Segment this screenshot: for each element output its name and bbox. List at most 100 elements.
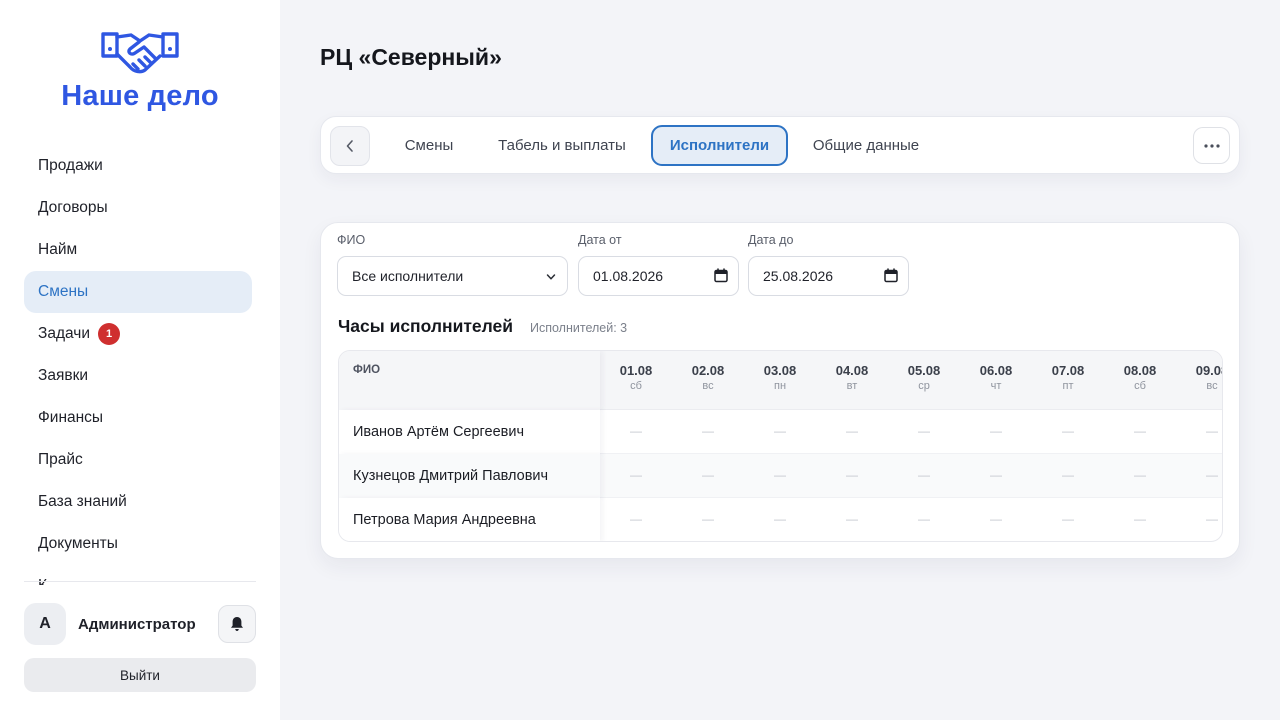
date-from-input[interactable]: 01.08.2026 <box>578 256 739 296</box>
sidebar-item-label: База знаний <box>38 493 127 510</box>
hours-cell: — <box>774 424 786 438</box>
column-date: 04.08 <box>835 363 869 378</box>
calendar-icon <box>714 268 728 283</box>
calendar-icon <box>884 268 898 283</box>
sidebar-item-requests[interactable]: Заявки <box>24 355 252 397</box>
brand-logo[interactable]: Наше дело <box>0 26 280 113</box>
hours-cell: — <box>1134 424 1146 438</box>
tasks-count-badge: 1 <box>98 323 121 345</box>
column-date: 01.08 <box>619 363 653 378</box>
avatar[interactable]: А <box>24 603 66 645</box>
sidebar-nav: Продажи Договоры Найм Смены Задачи 1 Заяв… <box>24 145 252 585</box>
brand-name: Наше дело <box>61 80 219 112</box>
column-weekday: пт <box>1062 380 1074 392</box>
hours-cell: — <box>1062 468 1074 482</box>
column-weekday: сб <box>1134 380 1146 392</box>
column-weekday: сб <box>630 380 642 392</box>
date-from-value: 01.08.2026 <box>593 268 664 284</box>
sidebar-item-knowledge-base[interactable]: База знаний <box>24 481 252 523</box>
table-column-header: 04.08 вт <box>816 363 888 392</box>
hours-cell: — <box>702 468 714 482</box>
sidebar-item-documents[interactable]: Документы <box>24 523 252 565</box>
performer-name[interactable]: Кузнецов Дмитрий Павлович <box>339 454 600 498</box>
chevron-down-icon <box>546 274 556 280</box>
hours-cell: — <box>918 424 930 438</box>
column-weekday: вт <box>846 380 858 392</box>
date-from-label: Дата от <box>578 233 622 247</box>
handshake-icon <box>101 32 179 74</box>
table-column-header: 06.08 чт <box>960 363 1032 392</box>
fio-filter-select[interactable]: Все исполнители <box>337 256 568 296</box>
tabs-bar: Смены Табель и выплаты Исполнители Общие… <box>320 116 1240 174</box>
sidebar-item-label: Документы <box>38 535 118 552</box>
hours-cell: — <box>918 512 930 526</box>
sidebar-item-contracts[interactable]: Договоры <box>24 187 252 229</box>
column-date: 09.08 <box>1195 363 1222 378</box>
fio-filter-label: ФИО <box>337 233 366 247</box>
bell-icon <box>231 617 243 631</box>
sidebar-item-more[interactable]: К <box>24 565 252 585</box>
sidebar-item-price[interactable]: Прайс <box>24 439 252 481</box>
page-title: РЦ «Северный» <box>320 44 502 70</box>
hours-cell: — <box>630 512 642 526</box>
hours-cell: — <box>990 424 1002 438</box>
sidebar-item-sales[interactable]: Продажи <box>24 145 252 187</box>
table-column-header: 09.08 вс <box>1176 363 1222 392</box>
column-weekday: чт <box>990 380 1002 392</box>
sidebar-item-label: Продажи <box>38 157 103 174</box>
more-button[interactable] <box>1193 127 1230 164</box>
column-date: 07.08 <box>1051 363 1085 378</box>
column-weekday: вс <box>702 380 714 392</box>
column-date: 03.08 <box>763 363 797 378</box>
hours-cell: — <box>990 468 1002 482</box>
tab-shifts[interactable]: Смены <box>391 125 467 166</box>
logout-button[interactable]: Выйти <box>24 658 256 692</box>
performer-name[interactable]: Петрова Мария Андреевна <box>339 498 600 541</box>
name-column: ФИО Иванов Артём Сергеевич Кузнецов Дмит… <box>339 351 600 541</box>
hours-table: 01.08 сб 02.08 вс 03.08 пн 04.08 вт 05.08 ср … <box>338 350 1223 542</box>
hours-cell: — <box>1206 512 1218 526</box>
tab-performers[interactable]: Исполнители <box>651 125 788 166</box>
tab-general-data[interactable]: Общие данные <box>801 125 931 166</box>
chevron-left-icon <box>346 140 353 152</box>
hours-cell: — <box>918 468 930 482</box>
tab-timesheet-payments[interactable]: Табель и выплаты <box>487 125 637 166</box>
notifications-button[interactable] <box>218 605 256 643</box>
hours-cell: — <box>1206 468 1218 482</box>
sidebar-item-finance[interactable]: Финансы <box>24 397 252 439</box>
hours-cell: — <box>1206 424 1218 438</box>
sidebar-item-tasks[interactable]: Задачи 1 <box>24 313 252 355</box>
sidebar-item-label: Найм <box>38 241 78 258</box>
sidebar-item-label: Смены <box>38 283 89 300</box>
sidebar-item-hiring[interactable]: Найм <box>24 229 252 271</box>
hours-cell: — <box>1134 512 1146 526</box>
date-to-label: Дата до <box>748 233 794 247</box>
table-column-header: 02.08 вс <box>672 363 744 392</box>
name-header-label: ФИО <box>353 364 381 376</box>
column-weekday: ср <box>918 380 930 392</box>
sidebar-divider <box>24 581 256 582</box>
hours-cell: — <box>846 512 858 526</box>
hours-cell: — <box>630 468 642 482</box>
hours-cell: — <box>774 512 786 526</box>
performer-name[interactable]: Иванов Артём Сергеевич <box>339 410 600 454</box>
table-column-header: 01.08 сб <box>600 363 672 392</box>
date-to-value: 25.08.2026 <box>763 268 834 284</box>
table-column-header: 07.08 пт <box>1032 363 1104 392</box>
more-horizontal-icon <box>1203 143 1220 148</box>
sidebar-item-label: Задачи <box>38 325 91 342</box>
table-column-header: 03.08 пн <box>744 363 816 392</box>
hours-cell: — <box>702 512 714 526</box>
column-date: 02.08 <box>691 363 725 378</box>
column-date: 08.08 <box>1123 363 1157 378</box>
sidebar-item-shifts[interactable]: Смены <box>24 271 252 313</box>
date-to-input[interactable]: 25.08.2026 <box>748 256 909 296</box>
column-date: 06.08 <box>979 363 1013 378</box>
hours-cell: — <box>774 468 786 482</box>
back-button[interactable] <box>330 126 370 166</box>
user-name: Администратор <box>78 615 196 633</box>
sidebar-item-label: Финансы <box>38 409 104 426</box>
hours-cell: — <box>846 424 858 438</box>
table-column-header: 08.08 сб <box>1104 363 1176 392</box>
name-column-header: ФИО <box>339 351 600 410</box>
